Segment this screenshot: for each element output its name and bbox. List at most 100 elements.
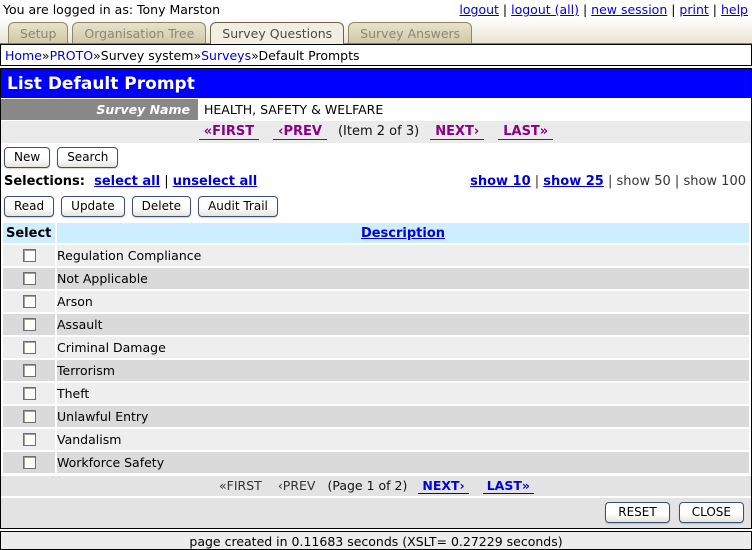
page-title: List Default Prompt [1, 69, 751, 98]
item-next-link[interactable]: NEXT› [430, 124, 485, 140]
table-row: Assault [3, 314, 749, 335]
show-10-link[interactable]: show 10 [470, 174, 531, 189]
tab-survey-answers[interactable]: Survey Answers [348, 22, 473, 43]
top-link-print[interactable]: print [679, 2, 708, 17]
toolbar-actions: Read Update Delete Audit Trail [1, 192, 751, 221]
footer-button-row: RESET CLOSE [1, 498, 751, 528]
row-checkbox[interactable] [22, 317, 36, 331]
select-cell [3, 337, 55, 358]
table-row: Regulation Compliance [3, 245, 749, 266]
separator: | [578, 2, 592, 17]
read-button[interactable]: Read [4, 196, 55, 217]
item-prev-link[interactable]: ‹PREV [273, 124, 327, 140]
footer-status: page created in 0.11683 seconds (XSLT= 0… [0, 531, 752, 550]
row-checkbox[interactable] [22, 386, 36, 400]
top-link-logout[interactable]: logout [459, 2, 499, 17]
show-25-link[interactable]: show 25 [543, 174, 604, 189]
audit-trail-button[interactable]: Audit Trail [198, 196, 278, 217]
separator: | [667, 2, 680, 17]
separator: | [498, 2, 512, 17]
reset-button[interactable]: RESET [605, 502, 670, 523]
table-row: Vandalism [3, 429, 749, 450]
description-column-header: Description [57, 223, 749, 243]
separator: | [708, 2, 721, 17]
breadcrumb-surveys[interactable]: Surveys [201, 48, 251, 63]
table-row: Criminal Damage [3, 337, 749, 358]
description-cell: Vandalism [57, 429, 749, 450]
new-button[interactable]: New [4, 147, 51, 168]
survey-name-label: Survey Name [1, 99, 198, 120]
row-checkbox[interactable] [22, 432, 36, 446]
breadcrumb-home[interactable]: Home [5, 48, 42, 63]
breadcrumb-separator: » [251, 48, 259, 63]
top-link-help[interactable]: help [721, 2, 748, 17]
description-cell: Arson [57, 291, 749, 312]
select-column-header: Select [3, 223, 55, 243]
separator: | [603, 174, 617, 189]
breadcrumb-default-prompts: Default Prompts [258, 48, 360, 63]
row-checkbox[interactable] [22, 455, 36, 469]
survey-name-value: HEALTH, SAFETY & WELFARE [204, 102, 384, 117]
breadcrumb: Home»PROTO»Survey system»Surveys»Default… [0, 44, 752, 66]
row-checkbox[interactable] [22, 294, 36, 308]
select-cell [3, 452, 55, 473]
row-checkbox[interactable] [22, 248, 36, 262]
select-cell [3, 268, 55, 289]
select-cell [3, 406, 55, 427]
description-cell: Unlawful Entry [57, 406, 749, 427]
row-checkbox[interactable] [22, 409, 36, 423]
page-prev-disabled: ‹PREV [277, 478, 316, 493]
select-cell [3, 360, 55, 381]
table-row: Terrorism [3, 360, 749, 381]
description-cell: Workforce Safety [57, 452, 749, 473]
table-row: Arson [3, 291, 749, 312]
results-table: Select Description Regulation Compliance… [1, 221, 751, 475]
close-button[interactable]: CLOSE [678, 502, 744, 523]
select-cell [3, 245, 55, 266]
select-cell [3, 429, 55, 450]
selections-label: Selections: [4, 174, 85, 189]
tab-organisation-tree[interactable]: Organisation Tree [72, 22, 207, 43]
tab-strip: Setup Organisation Tree Survey Questions Su… [0, 18, 752, 44]
top-link-logout-all[interactable]: logout (all) [511, 2, 579, 17]
show-100-text: show 100 [683, 174, 746, 189]
row-checkbox[interactable] [22, 340, 36, 354]
breadcrumb-separator: » [41, 48, 50, 63]
show-50-text: show 50 [616, 174, 671, 189]
main-panel: List Default Prompt Survey Name HEALTH, … [0, 68, 752, 529]
top-link-new-session[interactable]: new session [591, 2, 667, 17]
tab-survey-questions[interactable]: Survey Questions [210, 22, 345, 44]
update-button[interactable]: Update [61, 196, 125, 217]
top-bar: You are logged in as: Tony Marston logou… [0, 0, 752, 18]
table-row: Unlawful Entry [3, 406, 749, 427]
select-cell [3, 383, 55, 404]
survey-name-row: Survey Name HEALTH, SAFETY & WELFARE [1, 99, 751, 120]
show-options: show 10 | show 25 | show 50 | show 100 [470, 174, 746, 189]
page-first-disabled: «FIRST [219, 478, 262, 493]
table-row: Theft [3, 383, 749, 404]
description-cell: Terrorism [57, 360, 749, 381]
row-checkbox[interactable] [22, 363, 36, 377]
breadcrumb-survey-system: Survey system [100, 48, 194, 63]
search-button[interactable]: Search [57, 147, 119, 168]
item-navigation: «FIRST ‹PREV (Item 2 of 3) NEXT› LAST» [1, 121, 751, 143]
separator: | [530, 174, 544, 189]
page-last-link[interactable]: LAST» [482, 478, 534, 494]
tab-setup[interactable]: Setup [8, 22, 69, 43]
description-sort-link[interactable]: Description [361, 226, 445, 241]
toolbar-top: New Search [1, 143, 751, 172]
select-all-link[interactable]: select all [94, 174, 160, 189]
table-row: Not Applicable [3, 268, 749, 289]
description-cell: Theft [57, 383, 749, 404]
item-last-link[interactable]: LAST» [498, 124, 554, 140]
top-links: logout | logout (all) | new session | pr… [459, 2, 748, 17]
separator: | [164, 174, 173, 189]
row-checkbox[interactable] [22, 271, 36, 285]
unselect-all-link[interactable]: unselect all [173, 174, 257, 189]
page-next-link[interactable]: NEXT› [418, 478, 469, 494]
delete-button[interactable]: Delete [131, 196, 192, 217]
breadcrumb-proto[interactable]: PROTO [50, 48, 94, 63]
item-first-link[interactable]: «FIRST [198, 124, 260, 140]
select-cell [3, 314, 55, 335]
selections-group: Selections: select all | unselect all [4, 174, 257, 189]
